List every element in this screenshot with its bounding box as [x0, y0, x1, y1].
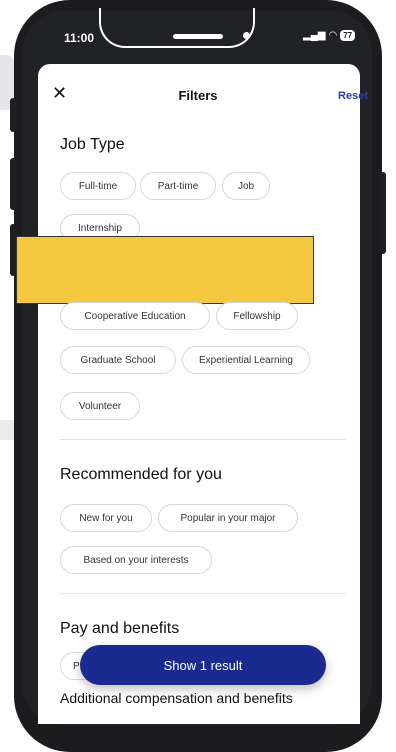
- status-icons: ▂▄▆ ◠ 77: [303, 30, 356, 41]
- wifi-icon: ◠: [328, 30, 338, 41]
- reset-button[interactable]: Reset: [338, 90, 368, 102]
- chip-full-time[interactable]: Full-time: [60, 172, 136, 200]
- dynamic-island-outline: [99, 8, 255, 48]
- chip-volunteer[interactable]: Volunteer: [60, 392, 140, 420]
- redaction-box: [16, 236, 314, 304]
- signal-icon: ▂▄▆: [303, 30, 326, 41]
- background-shape: [0, 420, 14, 440]
- chip-job[interactable]: Job: [222, 172, 270, 200]
- section-title-additional: Additional compensation and benefits: [60, 690, 293, 706]
- chip-cooperative-education[interactable]: Cooperative Education: [60, 302, 210, 330]
- speaker: [173, 34, 223, 39]
- chip-new-for-you[interactable]: New for you: [60, 504, 152, 532]
- divider: [60, 593, 346, 594]
- section-title-job-type: Job Type: [60, 136, 125, 153]
- phone-power-button: [380, 172, 386, 254]
- chip-experiential-learning[interactable]: Experiential Learning: [182, 346, 310, 374]
- section-title-recommended: Recommended for you: [60, 466, 222, 483]
- battery-icon: 77: [340, 30, 356, 41]
- phone-mute-button: [10, 98, 16, 132]
- divider: [60, 439, 346, 440]
- chip-popular-in-major[interactable]: Popular in your major: [158, 504, 298, 532]
- chip-based-on-interests[interactable]: Based on your interests: [60, 546, 212, 574]
- chip-fellowship[interactable]: Fellowship: [216, 302, 298, 330]
- camera: [243, 32, 250, 39]
- chip-part-time[interactable]: Part-time: [140, 172, 216, 200]
- section-title-pay: Pay and benefits: [60, 620, 180, 637]
- status-time: 11:00: [64, 31, 95, 45]
- show-results-button[interactable]: Show 1 result: [80, 645, 326, 685]
- chip-graduate-school[interactable]: Graduate School: [60, 346, 176, 374]
- phone-volume-up-button: [10, 158, 16, 210]
- bottom-fade: [40, 708, 340, 722]
- page-title: Filters: [178, 88, 218, 103]
